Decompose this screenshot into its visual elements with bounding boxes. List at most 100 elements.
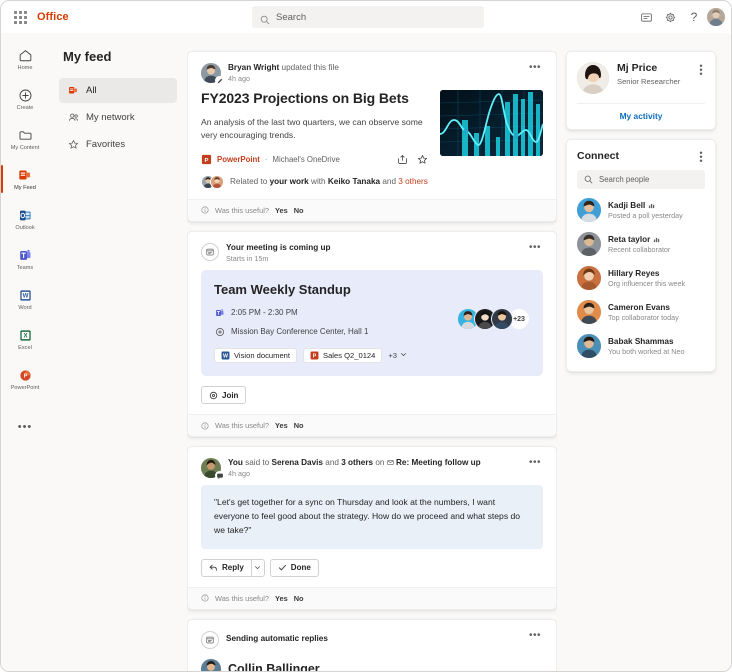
person-list-item[interactable]: Reta taylor Recent collaborator (567, 227, 715, 261)
feed-card-auto-replies[interactable]: Sending automatic replies ••• Collin Bal… (187, 618, 557, 671)
reply-button[interactable]: Reply (201, 558, 251, 577)
rail-item-powerpoint[interactable]: P PowerPoint (1, 359, 49, 399)
attachment-chip[interactable]: W Vision document (214, 348, 298, 364)
file-app-name: PowerPoint (217, 154, 260, 164)
person-name[interactable]: Collin Ballinger (228, 662, 320, 671)
people-search-input[interactable] (599, 175, 698, 184)
feedback-yes[interactable]: Yes (275, 421, 288, 430)
chevron-down-icon (255, 566, 261, 570)
rail-item-teams[interactable]: Teams (1, 239, 49, 279)
attachment-chip[interactable]: P Sales Q2_0124 (303, 348, 383, 364)
message-author: You (228, 458, 243, 468)
meeting-attendees[interactable]: +23 (457, 308, 530, 331)
file-location: Michael's OneDrive (272, 154, 340, 164)
avatar (210, 174, 224, 189)
brand-label[interactable]: Office (37, 11, 69, 23)
rail-item-more[interactable]: ••• (1, 407, 49, 447)
feed-nav-panel: My feed All My network Favorites (49, 33, 187, 671)
edit-pencil-icon (215, 76, 224, 85)
feedback-yes[interactable]: Yes (275, 206, 288, 215)
attachments-more-button[interactable]: +3 (388, 351, 407, 360)
mail-icon (386, 458, 394, 467)
reply-dropdown-button[interactable] (250, 558, 265, 577)
person-list-item[interactable]: Hillary Reyes Org influencer this week (567, 261, 715, 295)
person-list-item[interactable]: Kadji Bell Posted a poll yesterday (567, 193, 715, 227)
feedback-prompt: Was this useful? (215, 593, 269, 603)
feed-card-meeting[interactable]: Your meeting is coming up Starts in 15m … (187, 230, 557, 438)
rail-label-word: Word (18, 304, 32, 311)
rail-item-word[interactable]: W Word (1, 279, 49, 319)
avatar (491, 308, 513, 331)
poll-icon (648, 202, 655, 209)
related-others-link[interactable]: 3 others (398, 177, 428, 186)
nav-item-favorites[interactable]: Favorites (59, 132, 177, 157)
done-button[interactable]: Done (269, 558, 319, 577)
person-name: Kadji Bell (608, 201, 683, 210)
search-input[interactable] (276, 11, 476, 23)
nav-item-all[interactable]: All (59, 78, 177, 103)
avatar (201, 658, 221, 671)
powerpoint-file-icon: P (201, 154, 212, 165)
my-activity-link[interactable]: My activity (567, 104, 715, 129)
account-avatar[interactable] (707, 8, 725, 26)
search-box[interactable] (252, 6, 484, 28)
person-list-item[interactable]: Babak Shammas You both worked at Neo (567, 329, 715, 363)
meeting-title[interactable]: Team Weekly Standup (214, 282, 530, 297)
person-info: Babak Shammas You both worked at Neo (608, 337, 684, 356)
card-header: You said to Serena Davis and 3 others on… (201, 458, 543, 481)
card-overflow-menu-icon[interactable]: ••• (527, 63, 543, 73)
favorite-star-icon[interactable] (417, 154, 428, 165)
outlook-icon (17, 207, 34, 224)
profile-avatar[interactable] (577, 62, 609, 94)
feed-column[interactable]: Bryan Wright updated this file 4h ago ••… (187, 33, 557, 671)
message-timestamp: 4h ago (228, 469, 250, 479)
help-icon[interactable]: ? (683, 6, 705, 28)
feedback-no[interactable]: No (294, 421, 304, 430)
join-button[interactable]: Join (201, 386, 247, 405)
feed-card-file[interactable]: Bryan Wright updated this file 4h ago ••… (187, 51, 557, 222)
card-overflow-menu-icon[interactable]: ••• (527, 630, 543, 640)
avatar (577, 198, 601, 222)
file-title[interactable]: FY2023 Projections on Big Bets (201, 90, 428, 107)
feedback-no[interactable]: No (294, 206, 304, 215)
star-icon (67, 139, 79, 151)
feedback-no[interactable]: No (294, 594, 304, 603)
share-icon[interactable] (397, 154, 408, 165)
people-search-box[interactable] (577, 170, 705, 189)
gear-icon[interactable] (659, 6, 681, 28)
rail-item-outlook[interactable]: Outlook (1, 199, 49, 239)
rail-label-powerpoint: PowerPoint (10, 384, 40, 391)
reply-label: Reply (222, 563, 244, 573)
card-overflow-menu-icon[interactable]: ••• (527, 242, 543, 252)
nav-item-my-network[interactable]: My network (59, 105, 177, 130)
profile-overflow-menu-icon[interactable]: • • • (697, 62, 705, 79)
connect-overflow-menu-icon[interactable]: • • • (697, 149, 705, 166)
rail-item-excel[interactable]: X Excel (1, 319, 49, 359)
feed-card-message[interactable]: You said to Serena Davis and 3 others on… (187, 446, 557, 610)
related-person: Keiko Tanaka (327, 177, 381, 187)
related-and: and (380, 177, 399, 187)
person-info: Reta taylor Recent collaborator (608, 235, 670, 254)
person-list-item[interactable]: Cameron Evans Top collaborator today (567, 295, 715, 329)
rail-label-excel: Excel (18, 344, 32, 351)
message-actions: Reply Done (201, 558, 543, 577)
related-your-work: your work (269, 177, 309, 187)
card-header-text: You said to Serena Davis and 3 others on… (228, 458, 520, 478)
feedback-yes[interactable]: Yes (275, 594, 288, 603)
message-subject[interactable]: Re: Meeting follow up (396, 458, 481, 467)
message-recipient: Serena Davis (271, 458, 323, 468)
calendar-ring-icon (201, 630, 219, 649)
note-icon[interactable] (635, 6, 657, 28)
meeting-header: Your meeting is coming up (226, 243, 520, 253)
chart-thumbnail[interactable] (440, 90, 543, 157)
profile-name: Mj Price (617, 62, 658, 74)
rail-item-my-content[interactable]: My Content (1, 119, 49, 159)
rail-item-create[interactable]: Create (1, 79, 49, 119)
rail-item-home[interactable]: Home (1, 39, 49, 79)
avatar (577, 334, 601, 358)
svg-text:W: W (223, 354, 228, 360)
rail-item-my-feed[interactable]: My Feed (1, 159, 49, 199)
calendar-ring-icon (201, 242, 219, 261)
app-launcher-icon[interactable] (5, 2, 35, 32)
card-overflow-menu-icon[interactable]: ••• (527, 458, 543, 468)
